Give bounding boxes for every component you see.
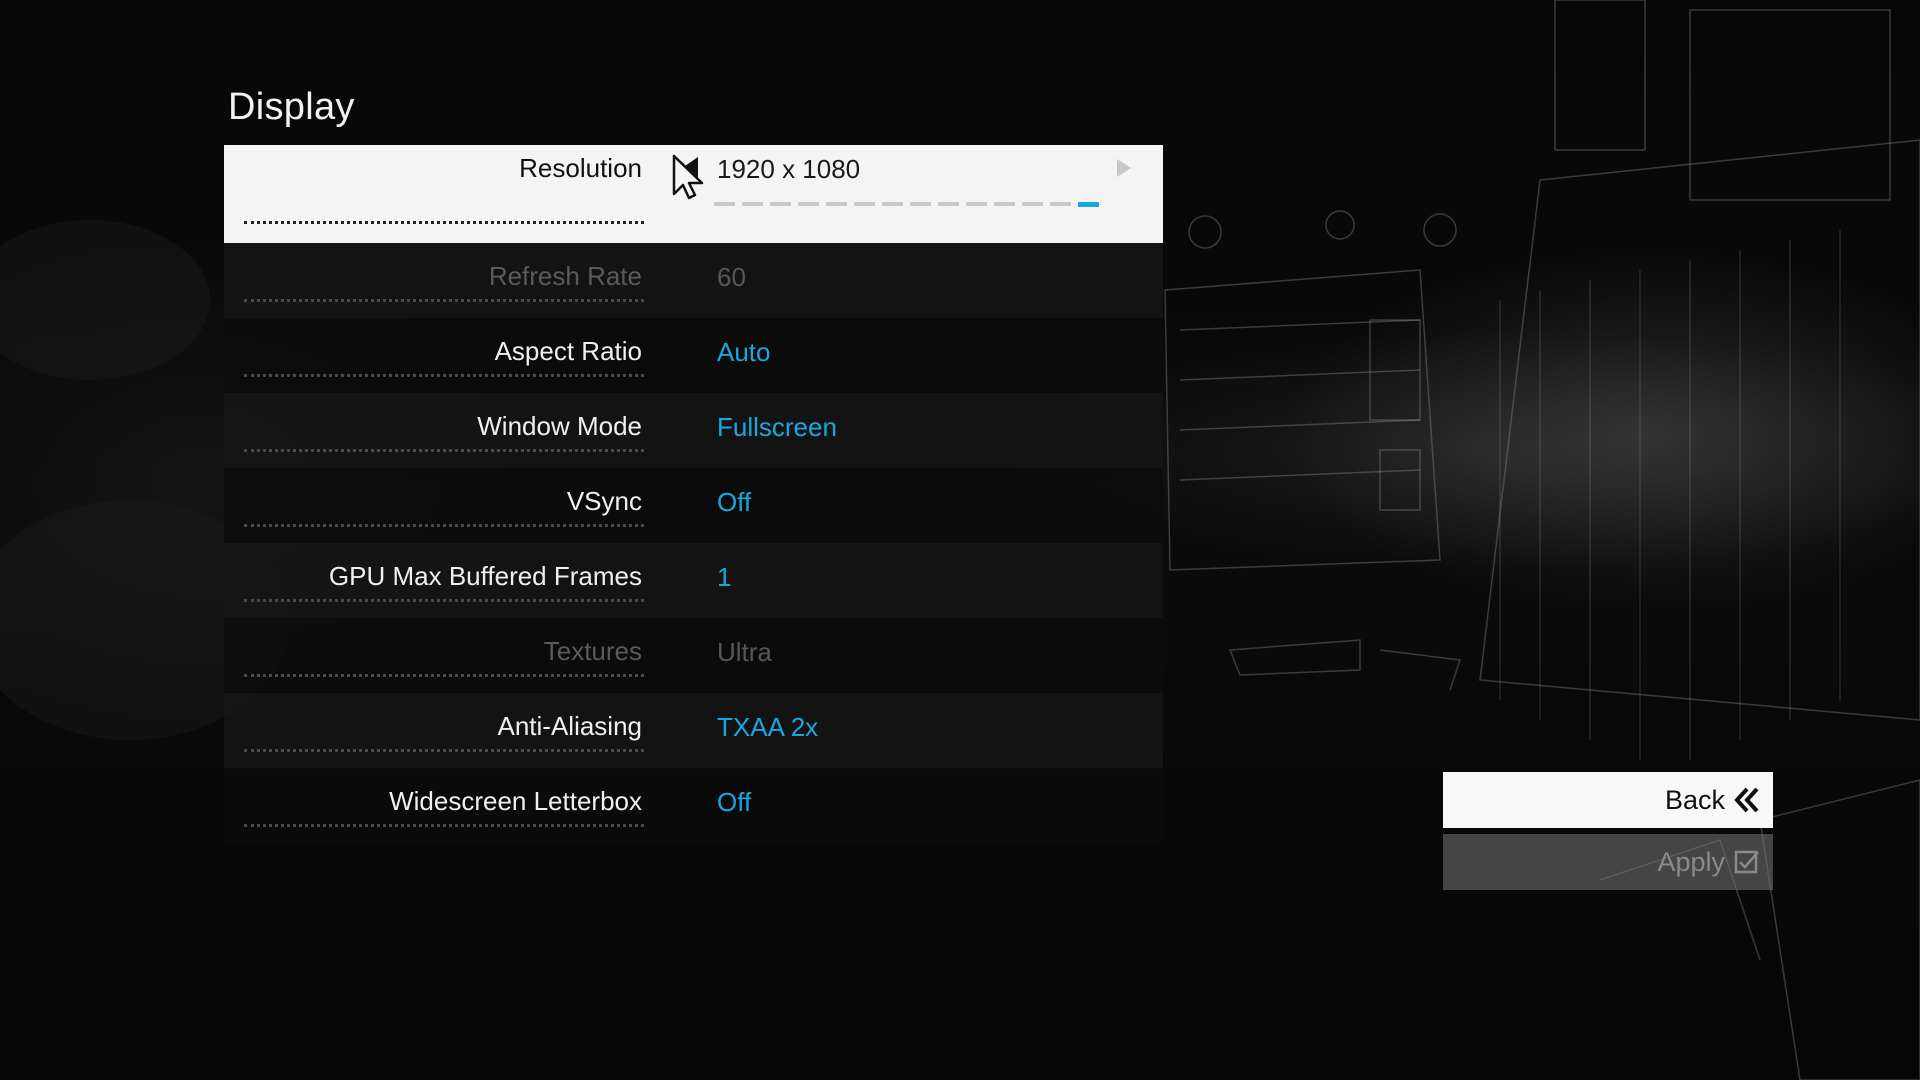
- setting-value: 1920 x 1080: [717, 154, 861, 184]
- dotted-divider: [244, 524, 644, 527]
- setting-label: Textures: [543, 636, 642, 666]
- setting-row-refresh-rate: Refresh Rate 60: [224, 243, 1163, 318]
- resolution-slider[interactable]: [714, 202, 1099, 207]
- apply-button-label: Apply: [1657, 847, 1725, 877]
- slider-step: [742, 202, 763, 206]
- slider-step: [798, 202, 819, 206]
- back-button[interactable]: Back: [1443, 772, 1773, 828]
- dotted-divider: [244, 449, 644, 452]
- back-button-label: Back: [1664, 785, 1725, 815]
- slider-step: [770, 202, 791, 206]
- setting-label: GPU Max Buffered Frames: [328, 561, 642, 591]
- setting-label: Aspect Ratio: [494, 336, 642, 366]
- dotted-divider: [244, 299, 644, 302]
- slider-step: [714, 202, 735, 206]
- page-title: Display: [228, 86, 355, 128]
- dotted-divider: [244, 824, 644, 827]
- dotted-divider: [244, 674, 644, 677]
- slider-step: [966, 202, 987, 206]
- slider-step: [882, 202, 903, 206]
- slider-step: [826, 202, 847, 206]
- setting-value: Ultra: [717, 637, 772, 667]
- setting-value: Off: [717, 487, 752, 517]
- setting-row-window-mode[interactable]: Window Mode Fullscreen: [224, 393, 1163, 468]
- setting-label: Anti-Aliasing: [497, 711, 642, 741]
- dotted-divider: [244, 374, 644, 377]
- slider-step: [994, 202, 1015, 206]
- setting-label: Widescreen Letterbox: [389, 786, 642, 816]
- setting-label: Window Mode: [477, 411, 642, 441]
- slider-step: [1022, 202, 1043, 206]
- slider-step: [854, 202, 875, 206]
- setting-row-widescreen-letterbox[interactable]: Widescreen Letterbox Off: [224, 768, 1163, 843]
- setting-label: Resolution: [519, 153, 642, 183]
- settings-screen: Display Resolution 1920 x 1080 Refresh R…: [0, 0, 1920, 1080]
- checkbox-icon: [1734, 850, 1759, 874]
- slider-step: [1050, 202, 1071, 206]
- dotted-divider: [244, 749, 644, 752]
- slider-step: [910, 202, 931, 206]
- double-chevron-left-icon: [1734, 787, 1759, 813]
- setting-row-textures: Textures Ultra: [224, 618, 1163, 693]
- setting-value: 60: [717, 262, 746, 292]
- mouse-cursor-icon: [672, 154, 704, 200]
- setting-value: TXAA 2x: [717, 712, 819, 742]
- setting-row-vsync[interactable]: VSync Off: [224, 468, 1163, 543]
- apply-button[interactable]: Apply: [1443, 834, 1773, 890]
- settings-list: Resolution 1920 x 1080 Refresh Rate 60 A…: [224, 145, 1163, 843]
- dotted-divider: [244, 599, 644, 602]
- setting-value: Auto: [717, 337, 771, 367]
- setting-row-gpu-max-buffered-frames[interactable]: GPU Max Buffered Frames 1: [224, 543, 1163, 618]
- setting-row-aspect-ratio[interactable]: Aspect Ratio Auto: [224, 318, 1163, 393]
- dotted-divider: [244, 221, 644, 224]
- setting-value: Off: [717, 787, 752, 817]
- setting-value: Fullscreen: [717, 412, 837, 442]
- setting-value: 1: [717, 562, 732, 592]
- setting-label: VSync: [566, 486, 642, 516]
- slider-step-active: [1078, 202, 1099, 207]
- setting-label: Refresh Rate: [488, 261, 642, 291]
- setting-row-anti-aliasing[interactable]: Anti-Aliasing TXAA 2x: [224, 693, 1163, 768]
- arrow-right-icon[interactable]: [1117, 159, 1131, 177]
- slider-step: [938, 202, 959, 206]
